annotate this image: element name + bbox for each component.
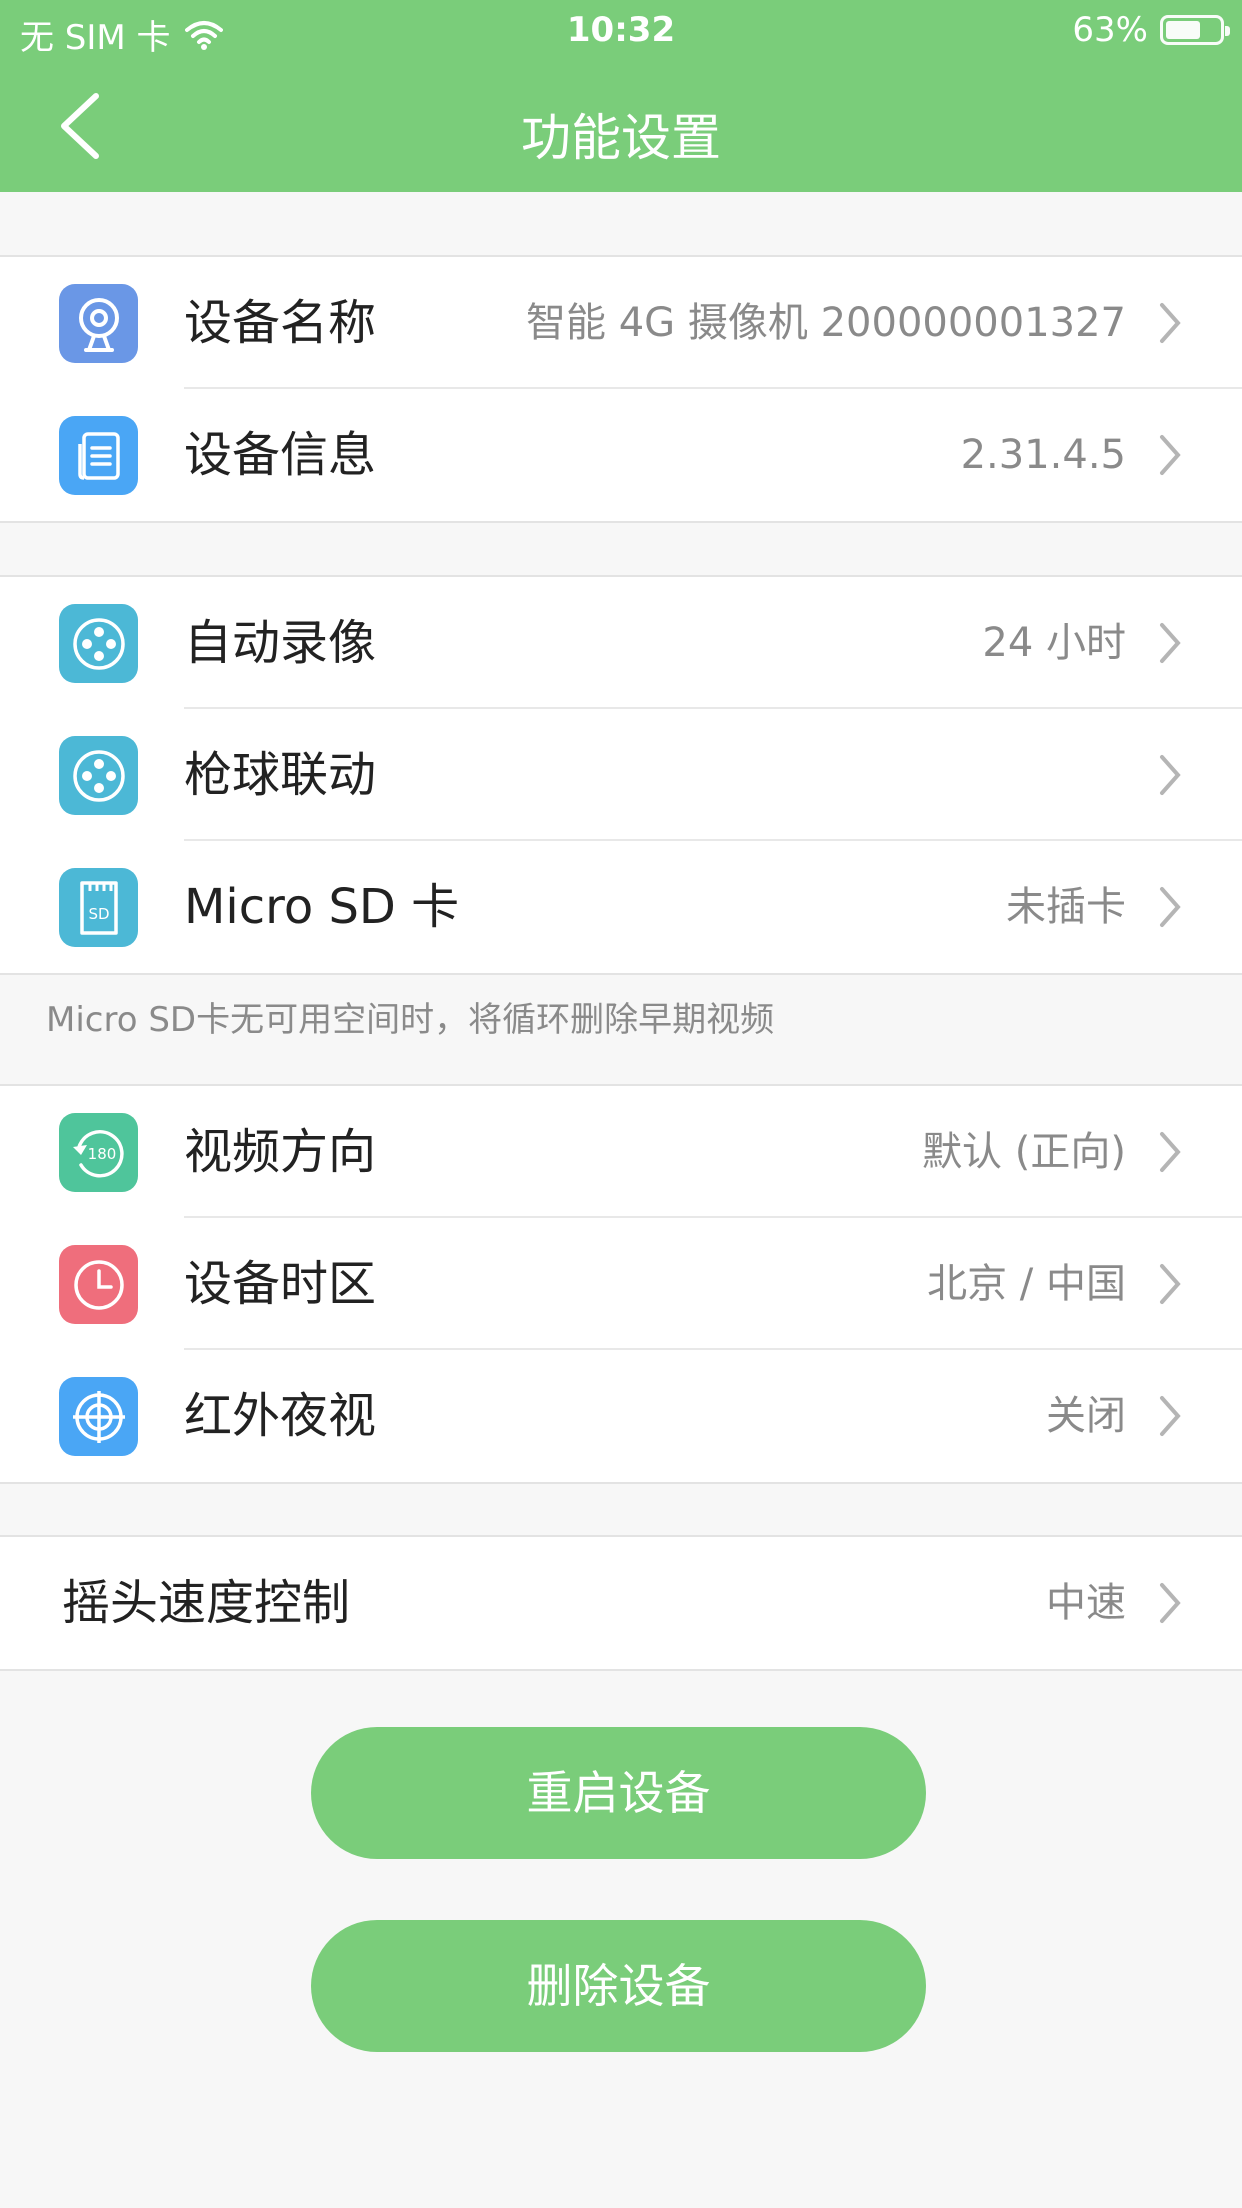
device-name-value: 智能 4G 摄像机 200000001327: [526, 300, 1126, 346]
restart-device-button[interactable]: 重启设备: [311, 1727, 926, 1859]
svg-text:180: 180: [87, 1145, 116, 1163]
pan-speed-row[interactable]: 摇头速度控制 中速: [0, 1537, 1242, 1669]
svg-text:SD: SD: [88, 905, 109, 923]
film-reel-icon: [59, 736, 138, 815]
chevron-right-icon: [1160, 887, 1181, 927]
night-vision-value: 关闭: [1046, 1393, 1126, 1439]
gun-ball-link-label: 枪球联动: [184, 747, 377, 803]
gun-ball-link-row[interactable]: 枪球联动: [0, 709, 1242, 841]
chevron-right-icon: [1160, 755, 1181, 795]
clock-icon: [59, 1245, 138, 1324]
pan-speed-label: 摇头速度控制: [62, 1575, 351, 1631]
chevron-right-icon: [1160, 623, 1181, 663]
video-orientation-label: 视频方向: [184, 1124, 377, 1180]
timezone-row[interactable]: 设备时区 北京 / 中国: [0, 1218, 1242, 1350]
document-icon: [59, 416, 138, 495]
timezone-value: 北京 / 中国: [927, 1261, 1126, 1307]
nav-header: 无 SIM 卡 10:32 63% 功能设置: [0, 0, 1242, 192]
sd-card-row[interactable]: SD Micro SD 卡 未插卡: [0, 841, 1242, 973]
battery-percent: 63%: [1072, 10, 1148, 50]
sd-card-note: Micro SD卡无可用空间时，将循环删除早期视频: [46, 1000, 775, 1040]
pan-speed-group: 摇头速度控制 中速: [0, 1535, 1242, 1671]
status-bar: 无 SIM 卡 10:32 63%: [0, 0, 1242, 62]
chevron-right-icon: [1160, 303, 1181, 343]
auto-record-label: 自动录像: [184, 615, 377, 671]
chevron-right-icon: [1160, 435, 1181, 475]
video-orientation-value: 默认 (正向): [922, 1129, 1126, 1175]
chevron-right-icon: [1160, 1132, 1181, 1172]
chevron-right-icon: [1160, 1583, 1181, 1623]
delete-device-button[interactable]: 删除设备: [311, 1920, 926, 2052]
film-reel-icon: [59, 604, 138, 683]
pan-speed-value: 中速: [1046, 1580, 1126, 1626]
page-title: 功能设置: [521, 109, 721, 167]
auto-record-row[interactable]: 自动录像 24 小时: [0, 577, 1242, 709]
sd-card-value: 未插卡: [1006, 884, 1126, 930]
device-info-label: 设备信息: [184, 427, 377, 483]
video-orientation-row[interactable]: 180 视频方向 默认 (正向): [0, 1086, 1242, 1218]
recording-group: 自动录像 24 小时 枪球联动 SD Micro SD 卡 未插卡: [0, 575, 1242, 975]
chevron-right-icon: [1160, 1264, 1181, 1304]
auto-record-value: 24 小时: [982, 620, 1126, 666]
device-name-row[interactable]: 设备名称 智能 4G 摄像机 200000001327: [0, 257, 1242, 389]
clock-time: 10:32: [566, 10, 676, 50]
sd-card-icon: SD: [59, 868, 138, 947]
night-vision-label: 红外夜视: [184, 1388, 377, 1444]
device-info-row[interactable]: 设备信息 2.31.4.5: [0, 389, 1242, 521]
timezone-label: 设备时区: [184, 1256, 377, 1312]
webcam-icon: [59, 284, 138, 363]
battery-icon: [1160, 15, 1230, 45]
device-group: 设备名称 智能 4G 摄像机 200000001327 设备信息 2.31.4.…: [0, 255, 1242, 523]
chevron-right-icon: [1160, 1396, 1181, 1436]
video-settings-group: 180 视频方向 默认 (正向) 设备时区 北京 / 中国 红外夜视 关闭: [0, 1084, 1242, 1484]
rotate-180-icon: 180: [59, 1113, 138, 1192]
crosshair-icon: [59, 1377, 138, 1456]
sd-card-label: Micro SD 卡: [184, 879, 460, 935]
night-vision-row[interactable]: 红外夜视 关闭: [0, 1350, 1242, 1482]
device-name-label: 设备名称: [184, 295, 377, 351]
firmware-version: 2.31.4.5: [960, 432, 1126, 478]
